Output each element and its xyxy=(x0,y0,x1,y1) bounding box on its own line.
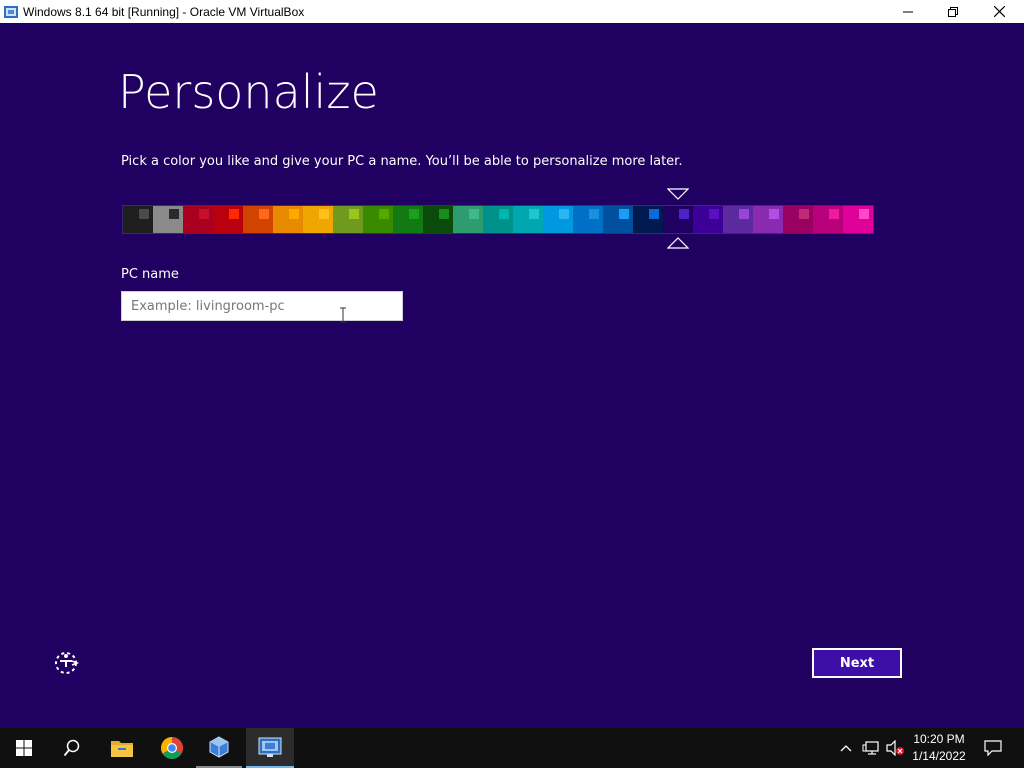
file-explorer-icon xyxy=(111,741,133,757)
color-swatch[interactable] xyxy=(183,206,213,233)
text-cursor-icon xyxy=(340,307,346,323)
minimize-icon xyxy=(903,11,913,12)
color-swatch[interactable] xyxy=(693,206,723,233)
color-swatch-chip xyxy=(259,209,269,219)
window-titlebar: Windows 8.1 64 bit [Running] - Oracle VM… xyxy=(0,0,1024,23)
color-swatch-chip xyxy=(589,209,599,219)
maximize-button[interactable] xyxy=(930,0,976,23)
virtualbox-icon xyxy=(209,736,229,758)
color-swatch[interactable] xyxy=(333,206,363,233)
color-swatch-chip xyxy=(139,209,149,219)
color-swatch-chip xyxy=(529,209,539,219)
search-button[interactable] xyxy=(48,728,96,768)
start-button[interactable] xyxy=(0,728,48,768)
maximize-icon xyxy=(948,6,958,17)
color-swatch-chip xyxy=(799,209,809,219)
color-swatch[interactable] xyxy=(513,206,543,233)
page-title: Personalize xyxy=(118,65,379,119)
color-selector-down-arrow-icon xyxy=(667,188,689,200)
color-swatch[interactable] xyxy=(543,206,573,233)
ease-of-access-icon[interactable] xyxy=(52,649,80,677)
color-swatch-chip xyxy=(619,209,629,219)
next-button[interactable]: Next xyxy=(812,648,902,678)
color-swatch[interactable] xyxy=(843,206,873,233)
close-button[interactable] xyxy=(976,0,1022,23)
color-swatch[interactable] xyxy=(123,206,153,233)
tray-clock-date[interactable]: 1/14/2022 xyxy=(906,749,972,763)
color-swatch-chip xyxy=(379,209,389,219)
color-swatch-chip xyxy=(229,209,239,219)
close-icon xyxy=(993,6,1005,17)
network-status[interactable] xyxy=(860,728,882,768)
tray-clock-time[interactable]: 10:20 PM xyxy=(906,732,972,746)
color-swatch-chip xyxy=(649,209,659,219)
action-center-button[interactable] xyxy=(978,728,1008,768)
color-swatch-chip xyxy=(829,209,839,219)
color-swatch[interactable] xyxy=(303,206,333,233)
color-swatch[interactable] xyxy=(573,206,603,233)
window-title: Windows 8.1 64 bit [Running] - Oracle VM… xyxy=(23,4,305,19)
personalize-screen: Personalize Pick a color you like and gi… xyxy=(0,23,1024,728)
network-icon xyxy=(862,741,879,755)
tray-overflow-button[interactable] xyxy=(836,728,856,768)
chrome-icon xyxy=(161,737,183,759)
color-swatch-chip xyxy=(319,209,329,219)
pc-name-input[interactable] xyxy=(121,291,403,321)
taskbar-vm-window[interactable] xyxy=(246,728,294,768)
color-swatch[interactable] xyxy=(723,206,753,233)
color-swatch[interactable] xyxy=(663,206,693,233)
color-swatch-chip xyxy=(769,209,779,219)
color-swatch-chip xyxy=(559,209,569,219)
taskbar-virtualbox[interactable] xyxy=(196,728,242,768)
color-swatch[interactable] xyxy=(603,206,633,233)
color-swatch-chip xyxy=(859,209,869,219)
color-swatch[interactable] xyxy=(453,206,483,233)
color-swatch[interactable] xyxy=(243,206,273,233)
color-swatch-chip xyxy=(289,209,299,219)
search-icon xyxy=(63,739,80,757)
color-swatch[interactable] xyxy=(393,206,423,233)
color-swatch-chip xyxy=(679,209,689,219)
color-swatch[interactable] xyxy=(813,206,843,233)
color-swatch[interactable] xyxy=(633,206,663,233)
color-swatch-chip xyxy=(499,209,509,219)
color-swatch-chip xyxy=(169,209,179,219)
color-swatch-chip xyxy=(199,209,209,219)
virtualbox-vm-icon xyxy=(258,737,282,757)
color-swatch[interactable] xyxy=(783,206,813,233)
minimize-button[interactable] xyxy=(885,0,931,23)
color-swatch[interactable] xyxy=(363,206,393,233)
color-swatch-chip xyxy=(709,209,719,219)
volume-muted-icon xyxy=(886,740,904,756)
color-swatch-chip xyxy=(739,209,749,219)
taskbar: 10:20 PM 1/14/2022 xyxy=(0,728,1024,768)
volume-control[interactable] xyxy=(884,728,906,768)
color-swatch-chip xyxy=(469,209,479,219)
color-swatch[interactable] xyxy=(483,206,513,233)
instruction-text: Pick a color you like and give your PC a… xyxy=(121,154,683,169)
color-swatch-chip xyxy=(349,209,359,219)
windows-start-icon xyxy=(16,740,32,756)
color-swatch[interactable] xyxy=(213,206,243,233)
notifications-icon xyxy=(984,740,1002,756)
color-swatch-chip xyxy=(409,209,419,219)
color-swatch[interactable] xyxy=(423,206,453,233)
color-swatch[interactable] xyxy=(153,206,183,233)
pc-name-label: PC name xyxy=(121,267,179,282)
taskbar-file-explorer[interactable] xyxy=(98,728,146,768)
color-selector-up-arrow-icon[interactable] xyxy=(667,237,689,249)
chevron-up-icon xyxy=(840,745,852,752)
virtualbox-icon xyxy=(4,5,18,18)
color-swatch[interactable] xyxy=(753,206,783,233)
taskbar-chrome[interactable] xyxy=(148,728,196,768)
color-swatch-chip xyxy=(439,209,449,219)
color-swatch[interactable] xyxy=(273,206,303,233)
color-slider[interactable] xyxy=(122,205,874,234)
